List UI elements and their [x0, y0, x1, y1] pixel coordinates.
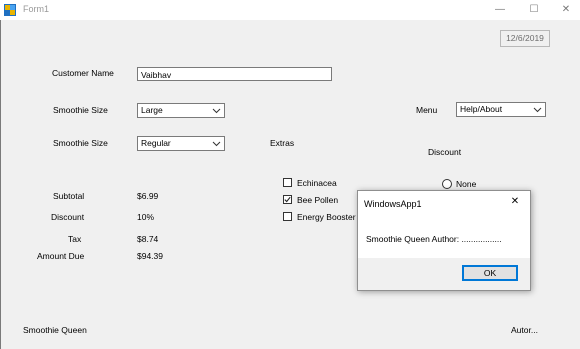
chevron-down-icon: [212, 108, 221, 114]
discount-group-label: Discount: [428, 147, 462, 157]
smoothie-type-label: Smoothie Size: [53, 138, 108, 148]
extra-energy-booster[interactable]: Energy Booster: [283, 211, 363, 223]
extras-label: Extras: [270, 138, 295, 148]
title-bar: Form1 — ☐ ✕: [0, 0, 580, 20]
smoothie-size-select[interactable]: Large: [137, 103, 225, 118]
discount-value: 10%: [137, 212, 155, 222]
discount-option-none[interactable]: None: [442, 178, 502, 190]
menu-select[interactable]: Help/About: [456, 102, 546, 117]
check-icon: [284, 196, 291, 203]
extra-echinacea[interactable]: Echinacea: [283, 177, 363, 189]
menu-value: Help/About: [460, 104, 503, 114]
footer-app-name: Smoothie Queen: [23, 325, 87, 335]
date-display: 12/6/2019: [500, 30, 550, 47]
subtotal-value: $6.99: [137, 191, 159, 201]
subtotal-label: Subtotal: [53, 191, 85, 201]
customer-name-label: Customer Name: [52, 68, 114, 78]
checkbox-echinacea[interactable]: [283, 178, 292, 187]
smoothie-size-value: Large: [141, 105, 163, 115]
discount-label: Discount: [51, 212, 85, 222]
checkbox-energy-booster[interactable]: [283, 212, 292, 221]
tax-label: Tax: [68, 234, 82, 244]
dialog-message: Smoothie Queen Author: .................: [366, 234, 502, 244]
window-border: [0, 20, 1, 349]
window-title: Form1: [23, 4, 50, 14]
author-link[interactable]: Autor...: [511, 325, 538, 335]
minimize-button[interactable]: —: [482, 0, 518, 20]
customer-name-input[interactable]: Vaibhav: [137, 67, 332, 81]
message-dialog: WindowsApp1 ✕ Smoothie Queen Author: ...…: [357, 190, 531, 291]
amount-due-value: $94.39: [137, 251, 163, 261]
dialog-close-button[interactable]: ✕: [508, 195, 522, 209]
extra-echinacea-label: Echinacea: [297, 178, 337, 188]
maximize-button[interactable]: ☐: [516, 0, 552, 20]
extra-energy-booster-label: Energy Booster: [297, 212, 356, 222]
extra-bee-pollen[interactable]: Bee Pollen: [283, 194, 363, 206]
chevron-down-icon: [212, 141, 221, 147]
tax-value: $8.74: [137, 234, 159, 244]
smoothie-type-select[interactable]: Regular: [137, 136, 225, 151]
app-icon: [4, 4, 16, 16]
dialog-title: WindowsApp1: [364, 199, 422, 209]
menu-label: Menu: [416, 105, 438, 115]
amount-due-label: Amount Due: [37, 251, 85, 261]
checkbox-bee-pollen[interactable]: [283, 195, 292, 204]
smoothie-type-value: Regular: [141, 138, 171, 148]
close-button[interactable]: ✕: [548, 0, 580, 20]
smoothie-size-label: Smoothie Size: [53, 105, 108, 115]
discount-option-none-label: None: [456, 179, 477, 189]
extra-bee-pollen-label: Bee Pollen: [297, 195, 339, 205]
chevron-down-icon: [533, 107, 542, 113]
ok-button[interactable]: OK: [462, 265, 518, 281]
radio-none[interactable]: [442, 179, 452, 189]
